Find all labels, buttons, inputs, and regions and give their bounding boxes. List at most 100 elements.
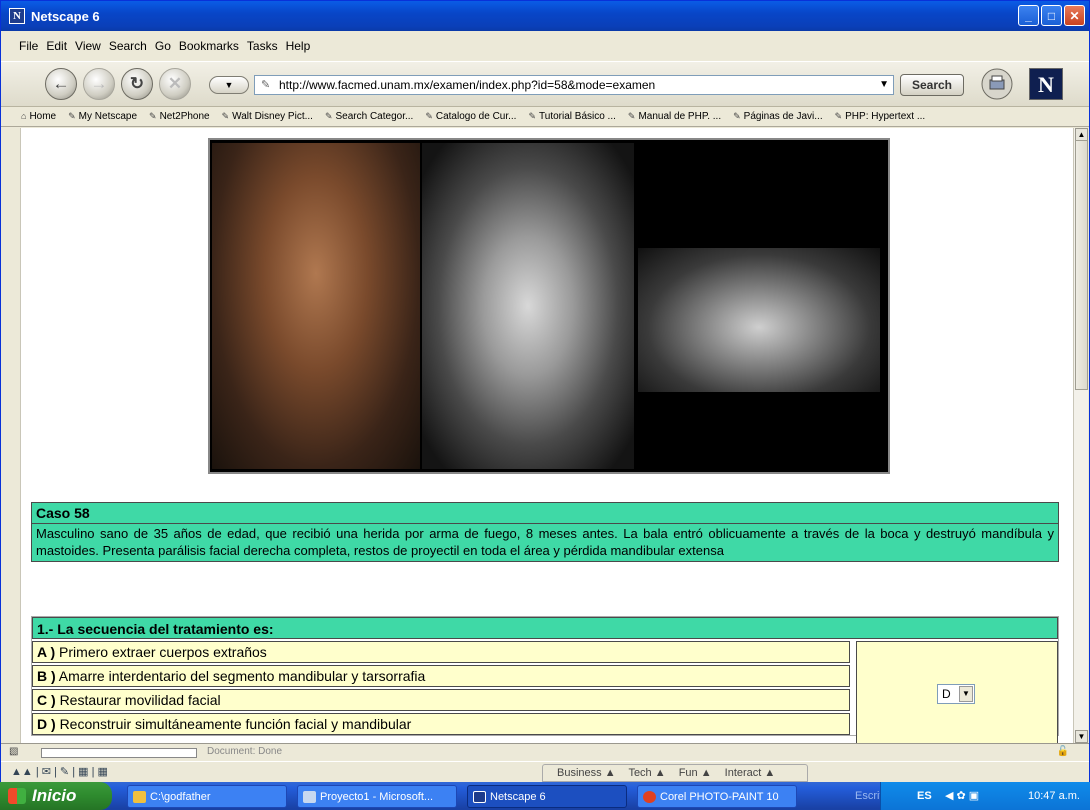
netscape-logo[interactable]: N <box>1029 68 1063 100</box>
panoramic-xray-image <box>638 248 880 392</box>
option-letter: C ) <box>37 692 56 708</box>
menu-tasks[interactable]: Tasks <box>247 39 278 53</box>
option-text: Reconstruir simultáneamente función faci… <box>59 716 412 732</box>
history-dropdown[interactable]: ▼ <box>209 76 249 94</box>
case-title: Caso 58 <box>36 505 90 521</box>
tab-interact[interactable]: Interact ▲ <box>725 767 776 779</box>
chevron-down-icon[interactable]: ▼ <box>959 686 973 702</box>
task-label: Proyecto1 - Microsoft... <box>320 791 434 803</box>
task-label: Netscape 6 <box>490 791 546 803</box>
menu-bar: File Edit View Search Go Bookmarks Tasks… <box>1 31 1089 61</box>
vertical-scrollbar[interactable]: ▲ ▼ <box>1073 128 1088 743</box>
option-letter: A ) <box>37 644 56 660</box>
windows-taskbar: Inicio C:\godfather Proyecto1 - Microsof… <box>0 782 1090 810</box>
scroll-down-icon[interactable]: ▼ <box>1075 730 1088 743</box>
task-godfather[interactable]: C:\godfather <box>127 785 287 808</box>
close-button[interactable]: ✕ <box>1064 5 1085 26</box>
back-icon[interactable]: ← <box>45 68 77 100</box>
stop-icon[interactable]: ✕ <box>159 68 191 100</box>
option-text: Restaurar movilidad facial <box>59 692 221 708</box>
case-image <box>208 138 890 474</box>
task-netscape[interactable]: Netscape 6 <box>467 785 627 808</box>
netscape-app-icon: N <box>9 8 25 24</box>
forward-icon[interactable]: → <box>83 68 115 100</box>
connection-icon: ▧ <box>9 746 19 757</box>
tab-business[interactable]: Business ▲ <box>557 767 616 779</box>
title-bar: N Netscape 6 _ □ ✕ <box>1 1 1089 31</box>
question-title: 1.- La secuencia del tratamiento es: <box>32 617 1058 639</box>
menu-edit[interactable]: Edit <box>46 39 67 53</box>
option-c: C ) Restaurar movilidad facial <box>32 689 850 711</box>
netscape-icon <box>473 791 486 803</box>
tab-fun[interactable]: Fun ▲ <box>679 767 712 779</box>
sidebar-tabs: Business ▲ Tech ▲ Fun ▲ Interact ▲ <box>542 764 808 782</box>
windows-flag-icon <box>8 788 26 804</box>
url-dropdown-icon[interactable]: ▼ <box>879 76 889 94</box>
question-box: 1.- La secuencia del tratamiento es: A )… <box>31 616 1059 743</box>
case-description: Masculino sano de 35 años de edad, que r… <box>32 523 1058 561</box>
language-indicator[interactable]: ES <box>917 782 932 810</box>
option-b: B ) Amarre interdentario del segmento ma… <box>32 665 850 687</box>
bookmark-tutorial[interactable]: Tutorial Básico ... <box>528 111 616 122</box>
tab-tech[interactable]: Tech ▲ <box>628 767 665 779</box>
vb-icon <box>303 791 316 803</box>
task-label: C:\godfather <box>150 791 211 803</box>
answer-select[interactable]: D ▼ <box>937 684 975 704</box>
bookmark-manual-php[interactable]: Manual de PHP. ... <box>628 111 721 122</box>
option-a: A ) Primero extraer cuerpos extraños <box>32 641 850 663</box>
case-box: Caso 58 Masculino sano de 35 años de eda… <box>31 502 1059 562</box>
system-tray: ES ◀ ✿ ▣ 10:47 a.m. <box>880 782 1090 810</box>
browser-window: N Netscape 6 _ □ ✕ File Edit View Search… <box>0 0 1090 783</box>
status-bar: ▧ Document: Done 🔓 <box>1 743 1089 761</box>
answer-cell: D ▼ <box>856 641 1058 743</box>
minimize-button[interactable]: _ <box>1018 5 1039 26</box>
option-text: Amarre interdentario del segmento mandib… <box>58 668 426 684</box>
bookmark-walt-disney[interactable]: Walt Disney Pict... <box>222 111 313 122</box>
bookmark-search-categories[interactable]: Search Categor... <box>325 111 413 122</box>
option-d: D ) Reconstruir simultáneamente función … <box>32 713 850 735</box>
url-input[interactable]: ✎ http://www.facmed.unam.mx/examen/index… <box>254 75 894 95</box>
bookmark-php-hypertext[interactable]: PHP: Hypertext ... <box>835 111 925 122</box>
start-label: Inicio <box>32 786 77 805</box>
sidebar-grippy[interactable] <box>1 128 21 743</box>
bookmark-net2phone[interactable]: Net2Phone <box>149 111 210 122</box>
url-text: http://www.facmed.unam.mx/examen/index.p… <box>279 78 656 92</box>
search-button[interactable]: Search <box>900 74 964 96</box>
task-corel[interactable]: Corel PHOTO-PAINT 10 <box>637 785 797 808</box>
menu-search[interactable]: Search <box>109 39 147 53</box>
maximize-button[interactable]: □ <box>1041 5 1062 26</box>
menu-help[interactable]: Help <box>286 39 311 53</box>
folder-icon <box>133 791 146 803</box>
component-icons[interactable]: ▲▲ | ✉ | ✎ | ▦ | ▦ <box>11 765 108 778</box>
answer-value: D <box>942 687 951 701</box>
bookmark-my-netscape[interactable]: My Netscape <box>68 111 137 122</box>
scrollbar-thumb[interactable] <box>1075 140 1088 390</box>
page-icon: ✎ <box>261 79 271 91</box>
clock[interactable]: 10:47 a.m. <box>1028 782 1080 810</box>
corel-icon <box>643 791 656 803</box>
menu-view[interactable]: View <box>75 39 101 53</box>
menu-file[interactable]: File <box>19 39 38 53</box>
print-icon[interactable] <box>981 68 1013 100</box>
bookmark-paginas[interactable]: Páginas de Javi... <box>733 111 823 122</box>
option-letter: B ) <box>37 668 56 684</box>
tray-icons[interactable]: ◀ ✿ ▣ <box>945 789 1015 803</box>
option-letter: D ) <box>37 716 56 732</box>
status-text: Document: Done <box>207 746 283 757</box>
menu-go[interactable]: Go <box>155 39 171 53</box>
reload-icon[interactable]: ↻ <box>121 68 153 100</box>
menu-bookmarks[interactable]: Bookmarks <box>179 39 239 53</box>
window-title: Netscape 6 <box>31 8 100 24</box>
navigation-toolbar: ← → ↻ ✕ ▼ ✎ http://www.facmed.unam.mx/ex… <box>1 61 1089 107</box>
task-proyecto1[interactable]: Proyecto1 - Microsoft... <box>297 785 457 808</box>
window-controls: _ □ ✕ <box>1018 5 1085 26</box>
personal-toolbar: Home My Netscape Net2Phone Walt Disney P… <box>1 107 1089 127</box>
bookmark-home[interactable]: Home <box>21 111 56 122</box>
skull-xray-image <box>422 143 634 469</box>
start-button[interactable]: Inicio <box>0 782 112 810</box>
patient-photo <box>212 143 420 469</box>
bookmark-catalogo[interactable]: Catalogo de Cur... <box>425 111 517 122</box>
component-bar: ▲▲ | ✉ | ✎ | ▦ | ▦ Business ▲ Tech ▲ Fun… <box>1 761 1089 783</box>
task-label: Corel PHOTO-PAINT 10 <box>660 791 779 803</box>
option-text: Primero extraer cuerpos extraños <box>59 644 267 660</box>
